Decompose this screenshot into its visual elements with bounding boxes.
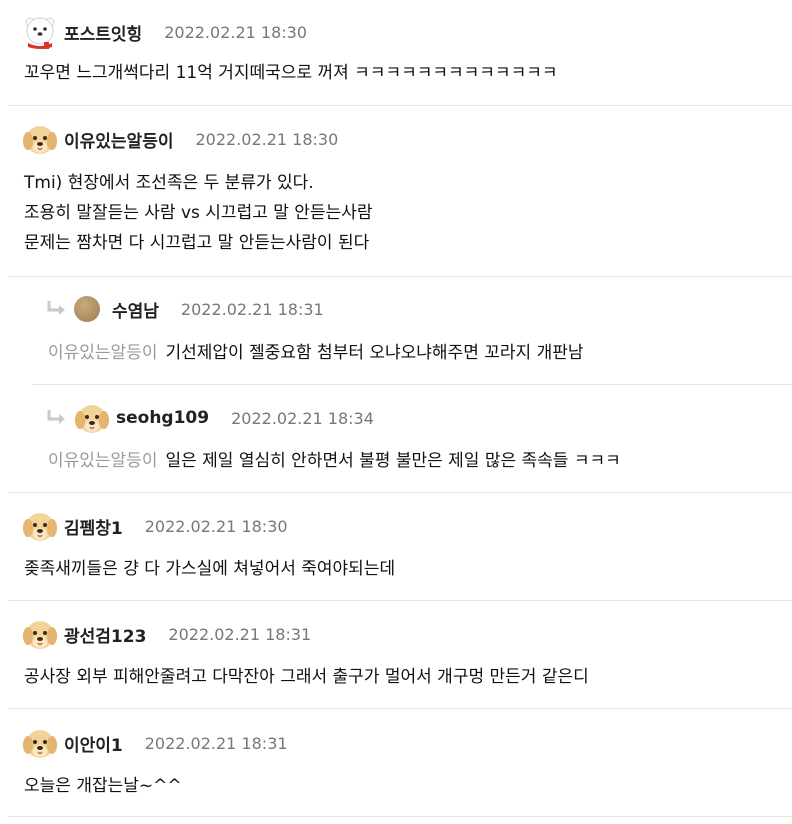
comment-header: 김펨창1 2022.02.21 18:30	[22, 506, 288, 546]
nickname[interactable]: 이안이1	[64, 731, 123, 756]
timestamp: 2022.02.21 18:31	[144, 733, 288, 753]
comment-header: 포스트잇힝 2022.02.21 18:30	[22, 12, 307, 52]
puppy-avatar-icon[interactable]	[22, 725, 58, 761]
comment-body: 공사장 외부 피해안줄려고 다막잔아 그래서 출구가 멀어서 개구멍 만든거 같…	[24, 662, 589, 692]
comment-list: 포스트잇힝 2022.02.21 18:30 꼬우면 느그개썩다리 11억 거지…	[0, 0, 792, 824]
divider	[8, 708, 792, 709]
comment-text: 공사장 외부 피해안줄려고 다막잔아 그래서 출구가 멀어서 개구멍 만든거 같…	[24, 667, 589, 687]
divider	[8, 492, 792, 493]
comment-header: 수염남 2022.02.21 18:31	[46, 289, 324, 329]
mention[interactable]: 이유있는알등이	[48, 343, 157, 363]
reply-arrow-icon	[46, 300, 68, 318]
comment-text: Tmi) 현장에서 조선족은 두 분류가 있다.	[24, 173, 314, 193]
timestamp: 2022.02.21 18:30	[164, 22, 308, 42]
comment-body: 좆족새끼들은 걍 다 가스실에 쳐넣어서 죽여야되는데	[24, 554, 395, 584]
comment-text: 일은 제일 열심히 안하면서 불평 불만은 제일 많은 족속들 ㅋㅋㅋ	[165, 451, 621, 471]
puppy-avatar-icon[interactable]	[74, 400, 110, 436]
comment-text: 문제는 짬차면 다 시끄럽고 말 안듣는사람이 된다	[24, 233, 370, 253]
comment-text: 꼬우면 느그개썩다리 11억 거지떼국으로 꺼져 ㅋㅋㅋㅋㅋㅋㅋㅋㅋㅋㅋㅋㅋ	[24, 63, 558, 83]
round-brown-avatar-icon[interactable]	[74, 296, 100, 322]
divider	[8, 816, 792, 817]
comment-header: 이안이1 2022.02.21 18:31	[22, 723, 288, 763]
timestamp: 2022.02.21 18:30	[144, 516, 288, 536]
comment-header: 이유있는알등이 2022.02.21 18:30	[22, 119, 338, 159]
comment-body: 이유있는알등이 기선제압이 젤중요함 첨부터 오냐오냐해주면 꼬라지 개판남	[48, 338, 584, 368]
timestamp: 2022.02.21 18:34	[231, 408, 374, 428]
puppy-avatar-icon[interactable]	[22, 508, 58, 544]
mention[interactable]: 이유있는알등이	[48, 451, 157, 471]
nickname[interactable]: 광선검123	[64, 622, 146, 647]
puppy-avatar-icon[interactable]	[22, 616, 58, 652]
reply-arrow-icon	[46, 409, 68, 427]
divider	[8, 600, 792, 601]
comment-body: Tmi) 현장에서 조선족은 두 분류가 있다. 조용히 말잘듣는 사람 vs …	[24, 168, 373, 258]
divider	[8, 105, 792, 106]
timestamp: 2022.02.21 18:31	[168, 624, 312, 644]
comment-header: seohg109 2022.02.21 18:34	[46, 398, 374, 438]
puppy-avatar-icon[interactable]	[22, 121, 58, 157]
comment-body: 오늘은 개잡는날~^^	[24, 771, 182, 801]
nickname[interactable]: 김펨창1	[64, 514, 123, 539]
nickname[interactable]: 수염남	[112, 297, 159, 322]
comment-text: 오늘은 개잡는날~^^	[24, 776, 182, 796]
comment-header: 광선검123 2022.02.21 18:31	[22, 614, 311, 654]
nickname[interactable]: 포스트잇힝	[64, 20, 142, 45]
timestamp: 2022.02.21 18:31	[180, 299, 324, 319]
comment-body: 이유있는알등이 일은 제일 열심히 안하면서 불평 불만은 제일 많은 족속들 ㅋ…	[48, 446, 621, 476]
divider	[32, 384, 792, 385]
nickname[interactable]: 이유있는알등이	[64, 127, 173, 152]
polar-bear-avatar-icon[interactable]	[22, 14, 58, 50]
timestamp: 2022.02.21 18:30	[195, 129, 339, 149]
comment-text: 조용히 말잘듣는 사람 vs 시끄럽고 말 안듣는사람	[24, 203, 373, 223]
comment-text: 좆족새끼들은 걍 다 가스실에 쳐넣어서 죽여야되는데	[24, 559, 396, 579]
comment-body: 꼬우면 느그개썩다리 11억 거지떼국으로 꺼져 ㅋㅋㅋㅋㅋㅋㅋㅋㅋㅋㅋㅋㅋ	[24, 58, 558, 88]
divider	[8, 276, 792, 277]
comment-text: 기선제압이 젤중요함 첨부터 오냐오냐해주면 꼬라지 개판남	[165, 343, 584, 363]
nickname[interactable]: seohg109	[116, 408, 209, 428]
